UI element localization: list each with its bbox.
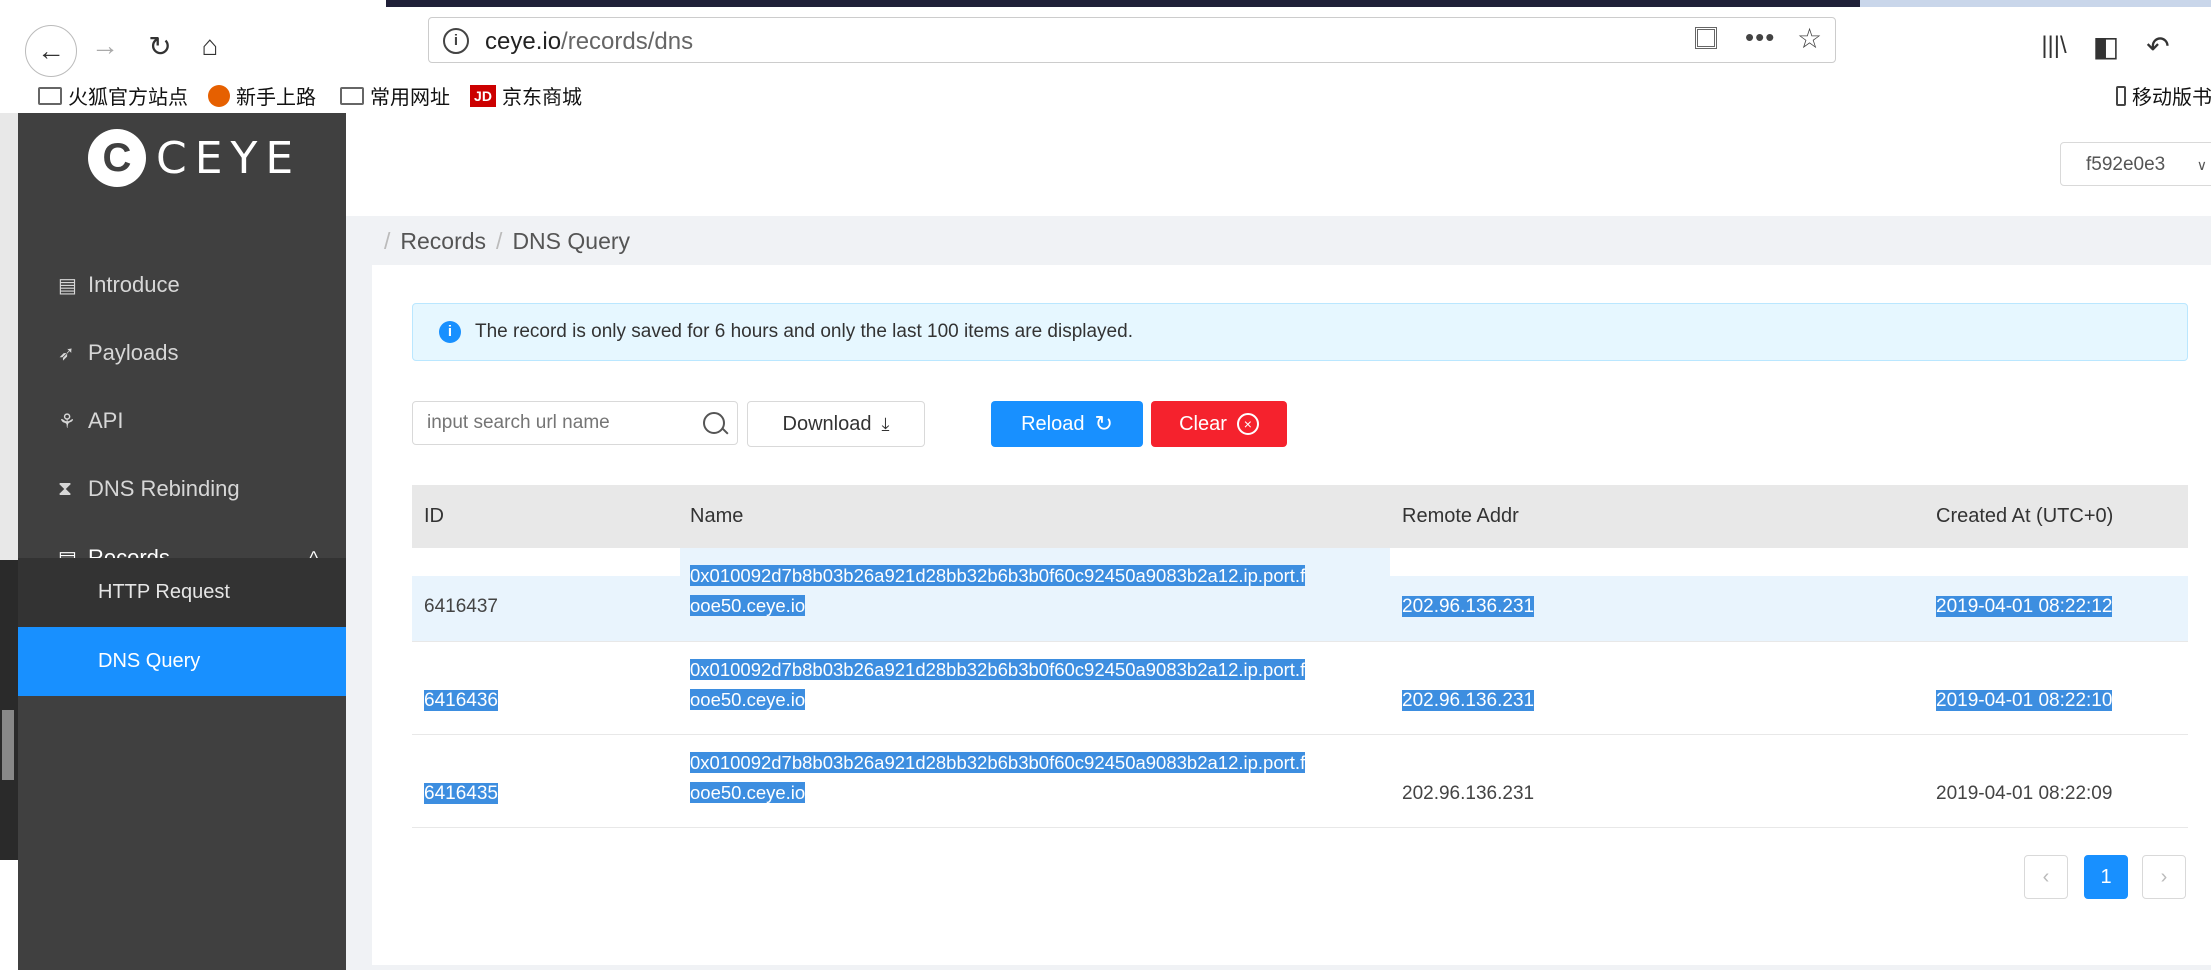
home-icon[interactable]: ⌂: [190, 26, 230, 66]
row-name: 0x010092d7b8b03b26a921d28bb32b6b3b0f60c9…: [690, 752, 1306, 803]
mobile-icon: [2116, 85, 2126, 106]
qr-code-icon[interactable]: [1695, 27, 1717, 49]
sidebar-item-introduce[interactable]: ▤ Introduce: [18, 251, 346, 319]
breadcrumb-records[interactable]: Records: [400, 228, 486, 254]
row-id: 6416435: [424, 783, 498, 804]
more-icon[interactable]: •••: [1745, 22, 1775, 53]
pagination-page-1[interactable]: 1: [2084, 855, 2128, 899]
sidebar-item-api[interactable]: ⚘ API: [18, 387, 346, 455]
submenu-http-request[interactable]: HTTP Request: [18, 558, 346, 627]
search-input[interactable]: [425, 411, 689, 435]
sidebar-item-dns-rebinding[interactable]: ⧗ DNS Rebinding: [18, 455, 346, 523]
pagination-prev[interactable]: ‹: [2024, 855, 2068, 899]
hourglass-icon: ⧗: [58, 477, 73, 500]
ceye-logo[interactable]: C CEYE: [88, 129, 301, 187]
bookmark-common-sites[interactable]: 常用网址: [340, 81, 450, 110]
info-icon: i: [439, 321, 461, 343]
undo-icon[interactable]: ↶: [2138, 26, 2178, 66]
jd-icon: JD: [470, 84, 496, 107]
folder-icon: [340, 86, 364, 105]
chevron-down-icon: ∨: [2196, 157, 2207, 173]
row-remote-addr: 202.96.136.231: [1402, 783, 1535, 804]
logo-text: CEYE: [156, 132, 302, 184]
user-dropdown[interactable]: f592e0e3 ∨: [2060, 142, 2211, 186]
forward-icon[interactable]: →: [85, 26, 125, 66]
column-id: ID: [424, 505, 444, 527]
row-name: 0x010092d7b8b03b26a921d28bb32b6b3b0f60c9…: [690, 659, 1306, 710]
refresh-icon[interactable]: ↻: [140, 26, 180, 66]
pagination-next[interactable]: ›: [2142, 855, 2186, 899]
window-top-strip: [0, 0, 2211, 7]
clear-button[interactable]: Clear ×: [1151, 401, 1287, 447]
bookmark-jd[interactable]: JD 京东商城: [470, 81, 582, 110]
table-row[interactable]: 6416436 0x010092d7b8b03b26a921d28bb32b6b…: [412, 642, 2188, 735]
row-id: 6416436: [424, 690, 498, 711]
api-icon: ⚘: [58, 410, 76, 433]
sidebar-item-payloads[interactable]: ➶ Payloads: [18, 319, 346, 387]
back-icon[interactable]: ←: [25, 25, 77, 77]
browser-toolbar: ← → ↻ ⌂ i ceye.io/records/dns ••• ☆ |||\…: [0, 7, 2211, 77]
download-button[interactable]: Download ⤓: [747, 401, 925, 447]
bookmarks-bar: 火狐官方站点 新手上路 常用网址 JD 京东商城 移动版书: [0, 77, 2211, 113]
reload-icon: ↻: [1094, 411, 1113, 436]
column-created-at: Created At (UTC+0): [1936, 505, 2114, 527]
firefox-icon: [208, 84, 230, 107]
star-icon[interactable]: ☆: [1797, 22, 1822, 55]
table-header: ID Name Remote Addr Created At (UTC+0): [412, 485, 2188, 548]
row-id: 6416437: [424, 596, 498, 617]
column-remote-addr: Remote Addr: [1402, 505, 1519, 527]
library-icon[interactable]: |||\: [2034, 26, 2074, 66]
info-alert: i The record is only saved for 6 hours a…: [412, 303, 2188, 361]
table-row[interactable]: 6416435 0x010092d7b8b03b26a921d28bb32b6b…: [412, 735, 2188, 828]
sidebar-toggle-icon[interactable]: ◧: [2086, 26, 2126, 66]
reload-button[interactable]: Reload ↻: [991, 401, 1143, 447]
submenu-dns-query[interactable]: DNS Query: [18, 627, 346, 696]
row-remote-addr: 202.96.136.231: [1402, 596, 1535, 617]
column-name: Name: [690, 505, 744, 527]
breadcrumb: / Records / DNS Query: [384, 228, 631, 254]
rocket-icon: ➶: [58, 342, 75, 365]
row-name: 0x010092d7b8b03b26a921d28bb32b6b3b0f60c9…: [690, 565, 1306, 616]
row-created-at: 2019-04-01 08:22:12: [1936, 596, 2113, 617]
search-icon[interactable]: [703, 412, 725, 434]
site-info-icon[interactable]: i: [443, 28, 469, 54]
bookmark-mobile[interactable]: 移动版书: [2116, 81, 2211, 110]
breadcrumb-dns-query: DNS Query: [512, 228, 631, 254]
bookmark-getting-started[interactable]: 新手上路: [208, 81, 316, 110]
window-left-edge: [0, 113, 18, 970]
row-remote-addr: 202.96.136.231: [1402, 690, 1535, 711]
header-bar: [346, 113, 2211, 216]
folder-icon: [38, 86, 62, 105]
row-created-at: 2019-04-01 08:22:09: [1936, 783, 2113, 804]
url-bar[interactable]: i ceye.io/records/dns ••• ☆: [428, 17, 1836, 63]
row-created-at: 2019-04-01 08:22:10: [1936, 690, 2113, 711]
info-alert-text: The record is only saved for 6 hours and…: [475, 321, 1133, 342]
close-circle-icon: ×: [1236, 413, 1259, 435]
download-icon: ⤓: [881, 413, 890, 434]
bookmark-firefox-sites[interactable]: 火狐官方站点: [38, 81, 188, 110]
search-box[interactable]: [412, 401, 738, 445]
ceye-logo-icon: C: [88, 129, 146, 187]
sidebar: C CEYE ▤ Introduce ➶ Payloads ⚘ API ⧗ DNS Re…: [18, 113, 346, 970]
table-row[interactable]: 6416437 0x010092d7b8b03b26a921d28bb32b6b…: [412, 565, 2188, 642]
book-icon: ▤: [58, 274, 77, 297]
url-text[interactable]: ceye.io/records/dns: [485, 28, 693, 56]
